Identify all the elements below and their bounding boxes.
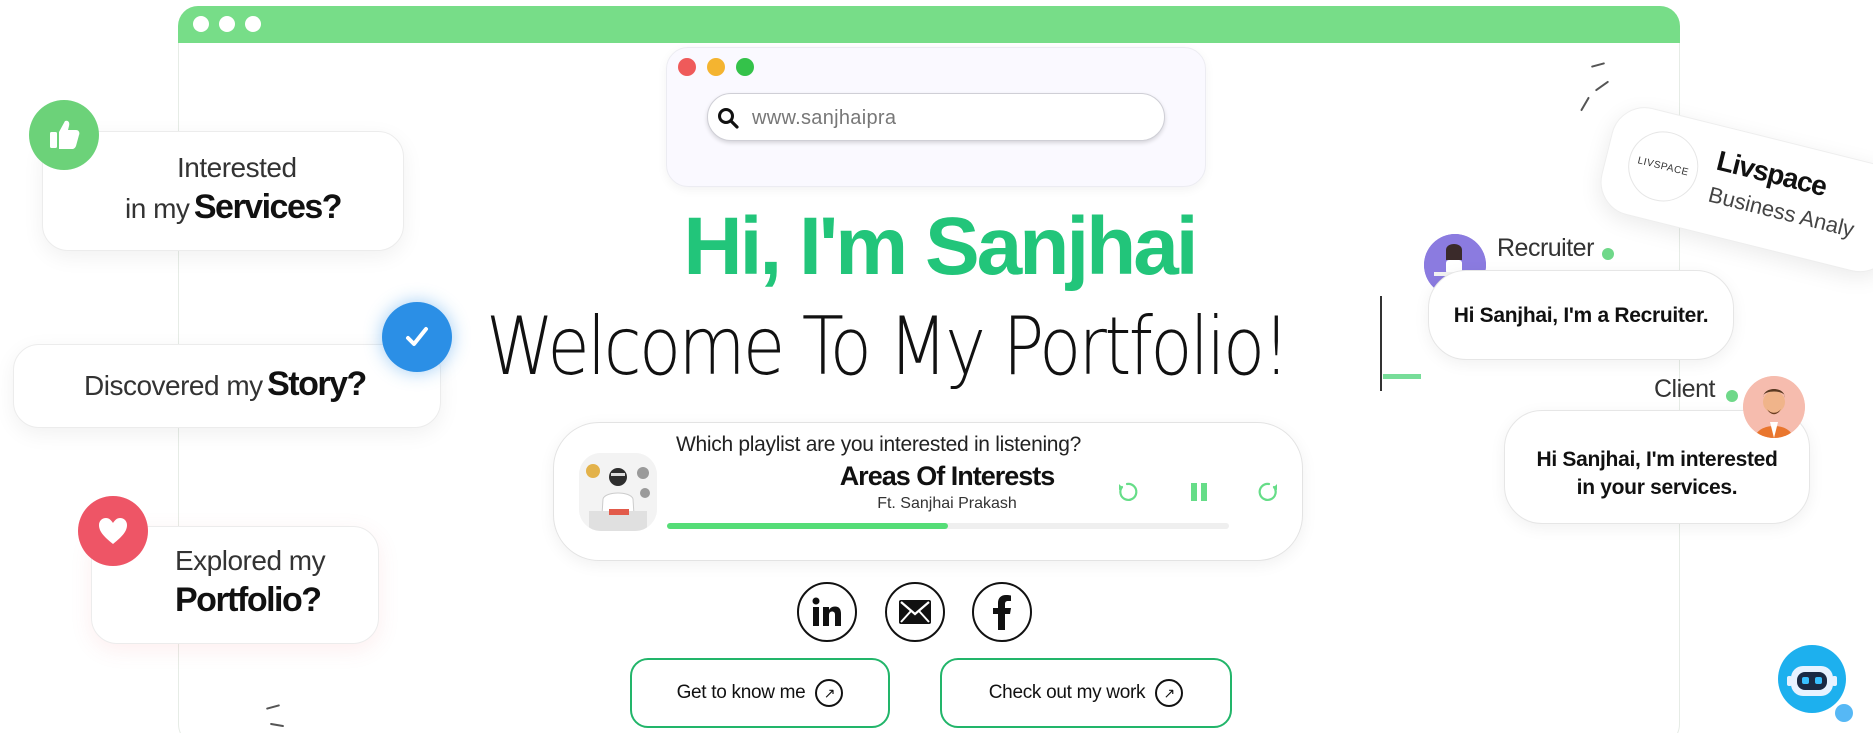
search-icon xyxy=(718,108,739,129)
thumbs-up-icon xyxy=(50,120,80,149)
maximize-dot xyxy=(736,58,754,76)
story-bold: Story? xyxy=(267,365,367,403)
recruiter-message: Hi Sanjhai, I'm a Recruiter. xyxy=(1453,304,1709,327)
online-indicator xyxy=(1726,390,1738,402)
get-to-know-me-button[interactable]: Get to know me ↗ xyxy=(630,658,890,728)
arrow-up-right-icon: ↗ xyxy=(815,679,844,707)
story-text: Discovered my Story? xyxy=(84,365,367,404)
window-dot-3 xyxy=(245,16,261,32)
services-card[interactable]: Interested in my Services? xyxy=(42,131,404,251)
player-title: Areas Of Interests xyxy=(839,461,1056,491)
url-bar[interactable]: www.sanjhaipra xyxy=(707,93,1165,141)
client-message-line1: Hi Sanjhai, I'm interested xyxy=(1536,448,1778,471)
linkedin-icon xyxy=(812,597,841,626)
window-dot-1 xyxy=(193,16,209,32)
client-role: Client xyxy=(1654,375,1715,403)
portfolio-hero: www.sanjhaipra Hi, I'm Sanjhai Welcome T… xyxy=(0,0,1873,733)
story-card[interactable]: Discovered my Story? xyxy=(13,344,441,428)
hero-subtitle: Welcome To My Portfolio! xyxy=(486,300,1290,393)
typing-caret xyxy=(1380,296,1382,391)
livspace-logo: LIVSPACE xyxy=(1620,123,1706,209)
linkedin-button[interactable] xyxy=(797,582,857,642)
typing-cursor-underline xyxy=(1383,374,1421,379)
services-bold: Services? xyxy=(193,188,343,226)
facebook-button[interactable] xyxy=(972,582,1032,642)
heart-icon xyxy=(99,518,127,544)
music-player: Which playlist are you interested in lis… xyxy=(553,422,1303,561)
story-thin: Discovered my xyxy=(84,370,263,401)
client-illustration-icon xyxy=(1743,376,1805,438)
recruiter-chip[interactable]: Hi Sanjhai, I'm a Recruiter. xyxy=(1428,270,1734,360)
facebook-icon xyxy=(993,595,1011,630)
close-dot xyxy=(678,58,696,76)
pause-button[interactable] xyxy=(1184,477,1214,507)
mail-icon xyxy=(899,600,931,624)
forward-icon xyxy=(1258,482,1277,501)
heart-badge xyxy=(78,496,148,566)
portfolio-bold: Portfolio? xyxy=(175,581,322,619)
check-out-work-button[interactable]: Check out my work ↗ xyxy=(940,658,1232,728)
check-icon xyxy=(406,327,428,346)
livspace-logo-text: LIVSPACE xyxy=(1636,154,1690,179)
recruiter-role: Recruiter xyxy=(1497,234,1594,262)
mail-button[interactable] xyxy=(885,582,945,642)
arrow-up-right-icon: ↗ xyxy=(1155,679,1184,707)
check-out-work-label: Check out my work xyxy=(988,682,1146,703)
minimize-dot xyxy=(707,58,725,76)
player-meta: Areas Of Interests Ft. Sanjhai Prakash xyxy=(667,423,1227,523)
progress-track[interactable] xyxy=(667,523,1229,529)
chatbot-button[interactable] xyxy=(1778,645,1846,713)
album-art xyxy=(579,453,657,531)
services-thin: in my xyxy=(125,193,190,224)
client-message-line2: in your services. xyxy=(1576,476,1738,499)
portfolio-line1: Explored my xyxy=(175,545,326,576)
pause-icon xyxy=(1191,483,1207,501)
online-indicator xyxy=(1602,248,1614,260)
get-to-know-me-label: Get to know me xyxy=(676,682,806,703)
check-badge xyxy=(382,302,452,372)
forward-button[interactable] xyxy=(1254,477,1284,507)
notification-dot xyxy=(1835,704,1853,722)
window-dot-2 xyxy=(219,16,235,32)
player-artist: Ft. Sanjhai Prakash xyxy=(877,495,1017,512)
mini-browser: www.sanjhaipra xyxy=(666,47,1206,187)
progress-fill xyxy=(667,523,948,529)
robot-icon xyxy=(1787,666,1837,696)
person-illustration-icon xyxy=(579,453,657,531)
services-line2: in my Services? xyxy=(125,188,343,227)
services-line1: Interested xyxy=(177,152,297,183)
client-avatar xyxy=(1743,376,1805,438)
rewind-button[interactable] xyxy=(1112,477,1142,507)
url-text: www.sanjhaipra xyxy=(752,107,897,129)
rewind-icon xyxy=(1119,482,1138,501)
thumbs-up-badge xyxy=(29,100,99,170)
browser-titlebar xyxy=(178,6,1680,43)
